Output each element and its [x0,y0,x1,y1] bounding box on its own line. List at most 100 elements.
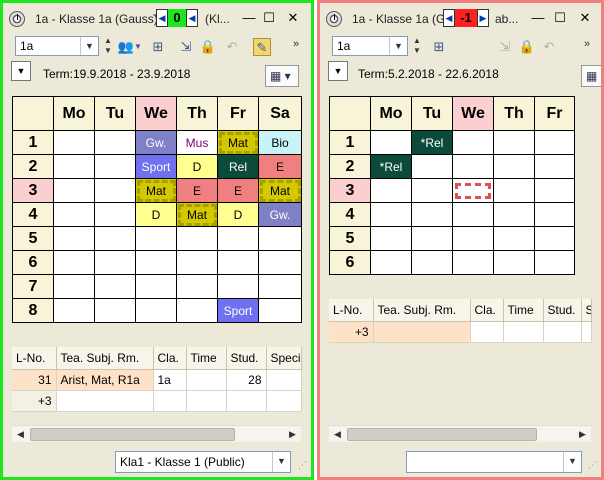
lock-icon[interactable]: 🔒 [518,38,536,56]
period-header[interactable]: 6 [12,250,54,275]
column-header-lno[interactable]: L-No. [12,347,57,370]
timetable-cell[interactable] [534,178,575,203]
lesson-cell[interactable]: E [217,178,259,203]
timetable-cell[interactable] [94,154,136,179]
column-header-time[interactable]: Time [186,347,227,370]
timetable-cell[interactable] [135,250,177,275]
class-spinner[interactable]: ▲ ▼ [102,36,114,56]
timetable-cell[interactable] [493,202,535,227]
class-spinner[interactable]: ▲ ▼ [411,36,423,56]
column-header-students[interactable]: Stud. [226,347,267,370]
column-header-class[interactable]: Cla. [153,347,187,370]
period-header-highlighted[interactable]: 3 [12,178,54,203]
lesson-cell[interactable]: D [217,202,259,227]
timetable-cell[interactable] [53,250,95,275]
minimize-icon[interactable]: — [240,10,258,26]
maximize-icon[interactable]: ☐ [260,10,278,26]
export-icon[interactable]: ⇲ [496,38,514,56]
resize-grip-icon[interactable]: ⋰ [298,460,307,471]
lesson-cell[interactable]: Mus [176,130,218,155]
period-header[interactable]: 6 [329,250,371,275]
timetable-cell[interactable] [411,202,453,227]
right-class-select[interactable]: 1a ▼ [332,36,408,56]
timetable-cell[interactable] [493,178,535,203]
timetable-cell[interactable] [493,250,535,275]
day-header[interactable]: Th [176,96,218,131]
calendar-icon[interactable]: ▦ ▾ [265,65,299,87]
maximize-icon[interactable]: ☐ [551,10,569,26]
column-header-class[interactable]: Cla. [470,299,504,322]
timetable-cell[interactable] [534,154,575,179]
timetable-cell[interactable] [534,250,575,275]
timetable-cell[interactable] [493,226,535,251]
column-header-special[interactable]: S [581,299,592,322]
nav-next-icon[interactable]: ▶ [477,9,489,27]
lock-icon[interactable]: 🔒 [199,38,217,56]
lesson-cell[interactable]: *Rel [411,130,453,155]
period-header[interactable]: 4 [329,202,371,227]
timetable-cell[interactable] [258,298,302,323]
timetable-cell[interactable] [94,202,136,227]
timetable-cell[interactable] [53,154,95,179]
scroll-left-icon[interactable]: ◀ [329,426,346,443]
nav-prev-icon[interactable]: ◀ [443,9,455,27]
left-status-select[interactable]: Kla1 - Klasse 1 (Public) ▼ [115,451,291,473]
lesson-cell-linked[interactable]: Mat [258,178,302,203]
timetable-cell[interactable] [94,274,136,299]
timetable-cell[interactable] [53,130,95,155]
chevron-down-icon[interactable]: ▼ [80,37,98,55]
column-header-time[interactable]: Time [503,299,544,322]
column-header-teacher-subject-room[interactable]: Tea. Subj. Rm. [373,299,471,322]
lesson-cell[interactable]: E [176,178,218,203]
lesson-cell[interactable]: Sport [217,298,259,323]
day-header[interactable]: Fr [534,96,575,131]
timetable-cell[interactable] [452,226,494,251]
lesson-cell[interactable]: D [176,154,218,179]
period-header[interactable]: 2 [329,154,371,179]
scrollbar-thumb[interactable] [30,428,235,441]
nav-prev-icon[interactable]: ◀ [156,9,168,27]
lesson-cell[interactable]: Gw. [135,130,177,155]
period-header[interactable]: 8 [12,298,54,323]
timetable-cell[interactable] [258,226,302,251]
left-titlebar[interactable]: 1a - Klasse 1a (Gauss) T ◀ 0 ◀ (Kl... — … [3,3,311,33]
timetable-cell[interactable] [534,226,575,251]
left-class-select[interactable]: 1a ▼ [15,36,99,56]
lesson-cell[interactable]: Bio [258,130,302,155]
period-header[interactable]: 1 [329,130,371,155]
period-header[interactable]: 4 [12,202,54,227]
timetable-cell[interactable] [176,250,218,275]
timetable-cell[interactable] [217,274,259,299]
timetable-cell[interactable] [258,274,302,299]
calendar-icon[interactable]: ▦ [581,65,601,87]
grid-move-icon[interactable]: ⊞ [430,38,448,56]
lesson-cell[interactable]: Rel [217,154,259,179]
timetable-cell[interactable] [53,274,95,299]
timetable-cell[interactable] [452,154,494,179]
day-header[interactable]: Mo [370,96,412,131]
undo-icon[interactable]: ↶ [540,38,558,56]
period-header[interactable]: 5 [329,226,371,251]
timetable-cell[interactable] [370,130,412,155]
period-header[interactable]: 7 [12,274,54,299]
export-icon[interactable]: ⇲ [177,38,195,56]
day-header-highlighted[interactable]: We [452,96,494,131]
timetable-cell[interactable] [411,226,453,251]
timetable-cell[interactable] [135,226,177,251]
timetable-cell[interactable] [94,178,136,203]
timetable-cell[interactable] [217,226,259,251]
column-header-students[interactable]: Stud. [543,299,582,322]
lesson-cell[interactable]: Sport [135,154,177,179]
lesson-cell-linked[interactable]: Mat [176,202,218,227]
timetable-cell[interactable] [534,202,575,227]
period-header-highlighted[interactable]: 3 [329,178,371,203]
timetable-cell[interactable] [370,178,412,203]
toolbar-overflow-icon[interactable]: » [293,38,299,50]
lesson-cell[interactable]: Gw. [258,202,302,227]
day-header[interactable]: Th [493,96,535,131]
day-header[interactable]: Fr [217,96,259,131]
table-row[interactable]: +3 [329,321,592,343]
timetable-cell[interactable] [53,298,95,323]
timetable-cell[interactable] [94,226,136,251]
column-header-special[interactable]: Speci [266,347,302,370]
